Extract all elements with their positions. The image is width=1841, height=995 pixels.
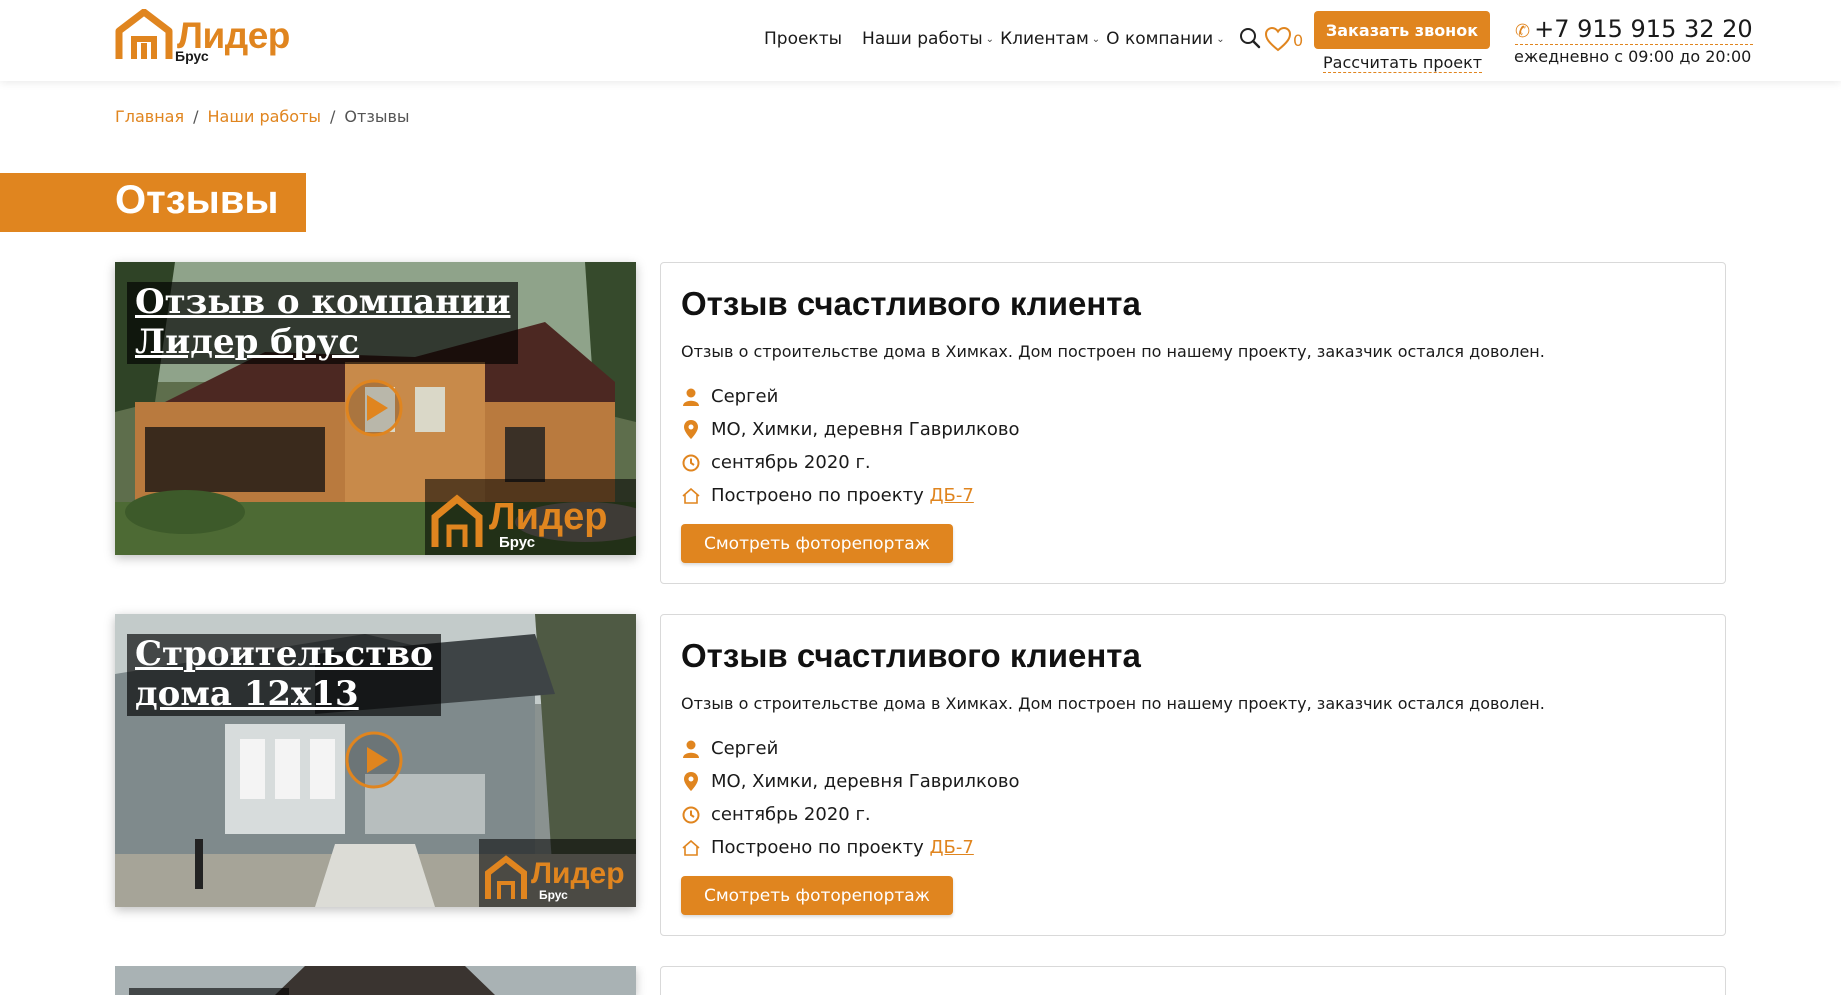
phone-icon: ✆: [1515, 21, 1531, 42]
svg-text:Лидер: Лидер: [489, 496, 608, 538]
view-photo-report-button[interactable]: Смотреть фоторепортаж: [681, 876, 953, 915]
nav-label: О компании: [1106, 29, 1214, 49]
date-text: сентябрь 2020 г.: [711, 452, 871, 473]
video-thumbnail[interactable]: [115, 966, 636, 995]
location-text: МО, Химки, деревня Гаврилково: [711, 419, 1020, 440]
nav-item-our-works[interactable]: Наши работы ⌄: [862, 29, 994, 49]
review-card: Отзыв счастливого клиента Отзыв о строит…: [660, 614, 1726, 936]
view-photo-report-button[interactable]: Смотреть фоторепортаж: [681, 524, 953, 563]
house-icon: [681, 839, 701, 856]
clock-icon: [681, 454, 701, 472]
order-call-button[interactable]: Заказать звонок: [1314, 11, 1490, 49]
project-link[interactable]: ДБ-7: [929, 837, 973, 858]
logo-house-icon: [115, 8, 173, 59]
breadcrumb-separator: /: [193, 107, 199, 126]
review-date: сентябрь 2020 г.: [681, 804, 871, 825]
project-prefix: Построено по проекту: [711, 485, 924, 506]
person-icon: [681, 388, 701, 406]
person-icon: [681, 740, 701, 758]
site-header: Лидер Брус Проекты Наши работы ⌄ Клиентам…: [0, 0, 1841, 81]
video-thumbnail[interactable]: Строительство дома 12x13 Лидер Брус: [115, 614, 636, 907]
working-hours: ежедневно с 09:00 до 20:00: [1514, 47, 1752, 66]
logo-house-icon: Лидер Брус: [485, 855, 625, 902]
breadcrumb-current: Отзывы: [344, 107, 410, 126]
play-icon[interactable]: [344, 730, 404, 790]
review-description: Отзыв о строительстве дома в Химках. Дом…: [681, 694, 1545, 713]
chevron-down-icon: ⌄: [1091, 33, 1101, 45]
nav-label: Клиентам: [1000, 29, 1089, 49]
logo[interactable]: Лидер Брус: [115, 8, 290, 65]
svg-text:Лидер: Лидер: [531, 857, 625, 890]
nav-label: Проекты: [764, 29, 843, 49]
review-project: Построено по проекту ДБ-7: [681, 485, 974, 506]
breadcrumb-home[interactable]: Главная: [115, 107, 184, 126]
breadcrumb-separator: /: [330, 107, 336, 126]
review-item: Отзыв о компании Лидер брус Лидер Брус О…: [115, 262, 1726, 584]
phone-link[interactable]: ✆ +7 915 915 32 20: [1515, 15, 1753, 45]
review-description: Отзыв о строительстве дома в Химках. Дом…: [681, 342, 1545, 361]
phone-number: +7 915 915 32 20: [1534, 15, 1753, 43]
chevron-down-icon: ⌄: [985, 33, 995, 45]
house-icon: [681, 487, 701, 504]
calculate-project-link[interactable]: Рассчитать проект: [1323, 53, 1483, 73]
review-project: Построено по проекту ДБ-7: [681, 837, 974, 858]
author-name: Сергей: [711, 738, 779, 759]
breadcrumb-our-works[interactable]: Наши работы: [208, 107, 322, 126]
date-text: сентябрь 2020 г.: [711, 804, 871, 825]
chevron-down-icon: ⌄: [1216, 33, 1225, 45]
video-caption-line: дома 12x13: [135, 674, 359, 714]
page-title-banner: Отзывы: [0, 173, 306, 232]
review-location: МО, Химки, деревня Гаврилково: [681, 419, 1019, 440]
review-date: сентябрь 2020 г.: [681, 452, 871, 473]
watermark-logo: Лидер Брус: [479, 839, 636, 907]
review-item: Строительство дома 12x13 Лидер Брус Отзы…: [115, 614, 1726, 936]
review-title: Отзыв счастливого клиента: [681, 285, 1141, 322]
review-card: [660, 966, 1726, 995]
favorites-count: 0: [1293, 31, 1304, 50]
watermark-logo: Лидер Брус: [425, 479, 636, 555]
video-caption-line: Отзыв о компании: [135, 282, 511, 322]
video-caption: Отзыв о компании Лидер брус: [127, 282, 519, 364]
nav-item-clients[interactable]: Клиентам ⌄: [1000, 29, 1100, 49]
heart-icon[interactable]: [1264, 26, 1292, 52]
project-link[interactable]: ДБ-7: [929, 485, 973, 506]
video-caption-line: Лидер брус: [135, 322, 360, 362]
nav-item-about[interactable]: О компании ⌄: [1106, 29, 1224, 49]
video-caption: Строительство дома 12x13: [127, 634, 441, 716]
breadcrumb: Главная / Наши работы / Отзывы: [115, 107, 410, 126]
search-icon[interactable]: [1239, 27, 1261, 49]
main-nav: Проекты Наши работы ⌄ Клиентам ⌄ О компани…: [764, 29, 1245, 49]
nav-label: Наши работы: [862, 29, 983, 49]
svg-text:Брус: Брус: [499, 534, 535, 551]
location-text: МО, Химки, деревня Гаврилково: [711, 771, 1020, 792]
logo-sub: Брус: [175, 48, 209, 64]
location-pin-icon: [681, 420, 701, 439]
review-title: Отзыв счастливого клиента: [681, 637, 1141, 674]
clock-icon: [681, 806, 701, 824]
review-location: МО, Химки, деревня Гаврилково: [681, 771, 1019, 792]
review-author: Сергей: [681, 386, 778, 407]
page-title: Отзывы: [115, 178, 279, 222]
review-author: Сергей: [681, 738, 778, 759]
project-prefix: Построено по проекту: [711, 837, 924, 858]
author-name: Сергей: [711, 386, 779, 407]
video-caption-line: Строительство: [135, 634, 433, 674]
location-pin-icon: [681, 772, 701, 791]
play-icon[interactable]: [344, 378, 404, 438]
review-card: Отзыв счастливого клиента Отзыв о строит…: [660, 262, 1726, 584]
review-item: [115, 966, 1726, 995]
house-photo: [115, 966, 636, 995]
logo-house-icon: Лидер Брус: [431, 494, 608, 551]
nav-item-projects[interactable]: Проекты: [764, 29, 842, 49]
video-thumbnail[interactable]: Отзыв о компании Лидер брус Лидер Брус: [115, 262, 636, 555]
svg-text:Брус: Брус: [539, 888, 568, 902]
